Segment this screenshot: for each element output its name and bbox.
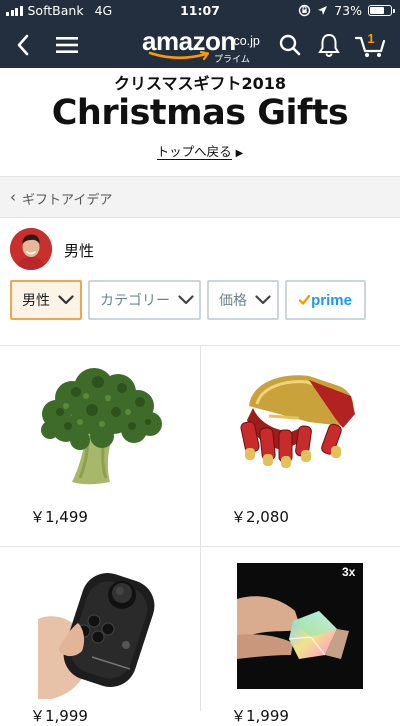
location-icon [318,6,328,15]
product-card-controller[interactable]: ￥1,999 [0,547,199,725]
chevron-down-icon [178,295,194,305]
filter-category-label: カテゴリー [100,293,170,309]
controller-image[interactable] [38,559,164,699]
avatar [10,228,52,270]
filter-category[interactable]: カテゴリー [88,280,201,320]
nav-bar: amazon .co.jp プライム 1 [0,22,400,68]
persona-row: 男性 [10,228,400,272]
check-icon [299,295,311,305]
battery-label: 73% [334,3,362,18]
product-price: ￥2,080 [231,508,289,526]
back-to-top-label: トップへ戻る [156,144,232,160]
banner-title: Christmas Gifts [51,93,349,133]
product-price: ￥1,499 [30,508,88,526]
bell-icon[interactable] [314,30,344,60]
product-price: ￥1,999 [231,707,289,725]
filter-price[interactable]: 価格 [207,280,279,320]
logo-tld: .co.jp [230,34,260,48]
search-icon[interactable] [275,30,305,60]
top-bar: SoftBank 4G 11:07 73% amazon .co.jp プライム… [0,0,400,68]
filter-price-label: 価格 [219,293,247,309]
cart-icon[interactable]: 1 [354,30,388,60]
filter-prime-label: prime [311,291,352,309]
chevron-down-icon [58,295,74,305]
product-card-prism[interactable]: 3x ￥1,999 [201,547,400,725]
breadcrumb-label: ギフトアイデア [22,193,113,208]
filter-gender-label: 男性 [22,293,50,309]
smile-arrow-icon [148,51,210,61]
prism-image[interactable] [237,563,363,689]
battery-icon [368,5,395,16]
product-card-iron-hand[interactable]: ￥2,080 [201,346,400,546]
product-price: ￥1,999 [30,707,88,725]
orientation-lock-icon [299,4,311,17]
broccoli-image[interactable] [36,362,166,490]
play-arrow-icon: ▶ [235,148,244,159]
logo-sub: プライム [214,55,250,65]
menu-icon[interactable] [52,30,82,60]
back-to-top-link[interactable]: トップへ戻る ▶ [0,141,400,160]
filter-gender[interactable]: 男性 [10,280,82,320]
persona-label: 男性 [64,242,95,260]
product-badge: 3x [342,565,356,579]
filter-prime[interactable]: prime [285,280,366,320]
back-chevron-icon[interactable] [8,30,38,60]
status-bar: SoftBank 4G 11:07 73% [0,0,400,22]
chevron-down-icon [255,295,271,305]
cart-count: 1 [367,31,375,46]
amazon-logo[interactable]: amazon .co.jp プライム [142,26,262,65]
iron-hand-image[interactable] [239,366,361,470]
product-card-broccoli[interactable]: ￥1,499 [0,346,199,546]
breadcrumb[interactable]: ‹ ギフトアイデア [0,176,400,218]
chevron-left-icon: ‹ [10,188,16,206]
